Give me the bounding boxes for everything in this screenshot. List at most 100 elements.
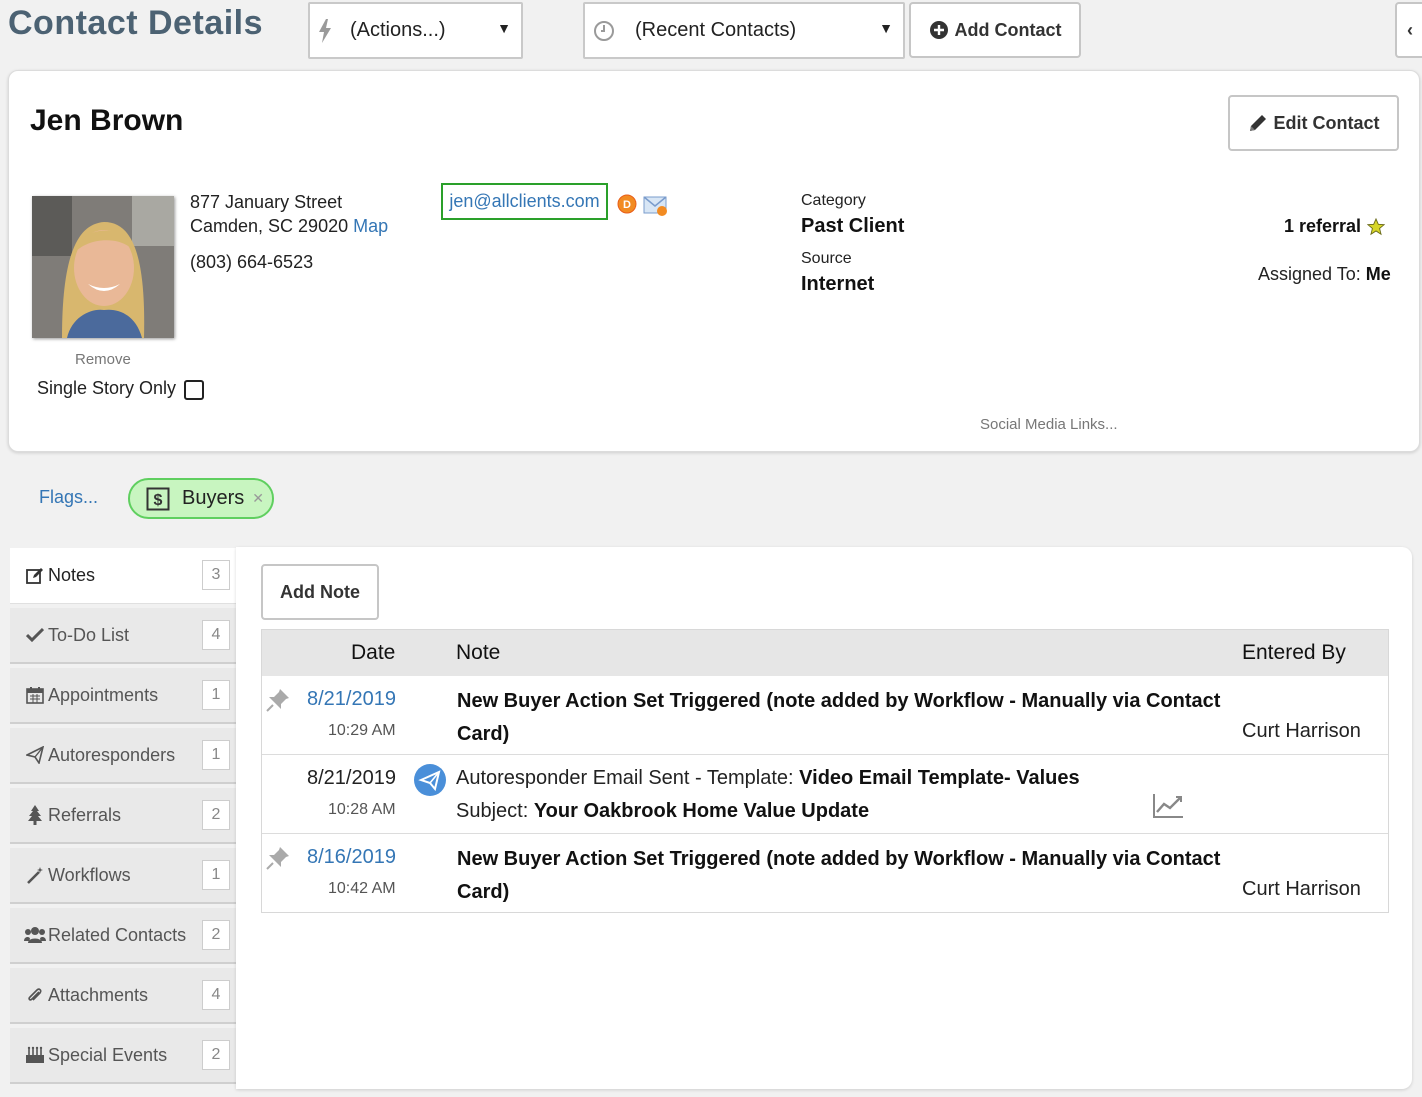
note-time: 10:42 AM	[328, 880, 396, 897]
edit-contact-button[interactable]: Edit Contact	[1228, 95, 1399, 151]
tab-referrals[interactable]: Referrals 2	[10, 788, 236, 844]
add-note-button[interactable]: Add Note	[261, 564, 379, 620]
pin-icon[interactable]	[266, 688, 290, 717]
tab-label: Workflows	[48, 864, 131, 885]
tab-appointments[interactable]: Appointments 1	[10, 668, 236, 724]
tab-special-events[interactable]: Special Events 2	[10, 1028, 236, 1084]
page-title: Contact Details	[8, 4, 263, 42]
paper-plane-icon	[413, 763, 447, 802]
map-link[interactable]: Map	[353, 216, 388, 236]
notes-table: Date Note Entered By 8/21/2019 10:29 AM …	[261, 629, 1389, 913]
back-button[interactable]: ‹	[1395, 2, 1422, 58]
buyers-tag-label: Buyers	[182, 487, 245, 509]
tab-count-badge: 1	[202, 860, 230, 890]
plus-circle-icon	[929, 20, 949, 40]
single-story-checkbox[interactable]	[184, 380, 204, 400]
social-media-links[interactable]: Social Media Links...	[980, 416, 1118, 433]
add-contact-button[interactable]: Add Contact	[909, 2, 1081, 58]
referral-count[interactable]: 1 referral	[1284, 216, 1386, 237]
note-time: 10:28 AM	[328, 801, 396, 818]
address-line1: 877 January Street	[190, 192, 343, 212]
single-story-label: Single Story Only	[37, 378, 177, 398]
tab-label: Notes	[48, 565, 96, 585]
calendar-icon	[24, 686, 46, 704]
subject-prefix: Subject:	[456, 800, 529, 822]
entered-by: Curt Harrison	[1242, 720, 1361, 742]
dollar-icon: $	[146, 487, 170, 511]
tab-label: Autoresponders	[48, 744, 176, 765]
note-text-line2: Card)	[457, 723, 510, 745]
autoresponder-subject-line: Subject: Your Oakbrook Home Value Update	[456, 800, 869, 823]
template-name: Video Email Template- Values	[799, 767, 1080, 789]
do-not-contact-icon[interactable]: D	[617, 194, 637, 219]
note-date-link[interactable]: 8/16/2019	[307, 846, 396, 869]
remove-tag-icon[interactable]: ✕	[252, 490, 264, 507]
tab-notes[interactable]: Notes 3	[10, 548, 236, 604]
tab-label: Related Contacts	[48, 924, 187, 945]
magic-wand-icon	[24, 866, 46, 884]
chevron-left-icon: ‹	[1407, 19, 1413, 40]
tab-count-badge: 2	[202, 1040, 230, 1070]
email-link[interactable]: jen@allclients.com	[441, 183, 608, 220]
actions-dropdown-label: (Actions...)	[350, 19, 446, 41]
tab-label: Referrals	[48, 804, 122, 825]
entered-by: Curt Harrison	[1242, 878, 1361, 900]
svg-text:D: D	[623, 199, 631, 211]
email-status-icon[interactable]	[643, 195, 669, 222]
column-header-entered-by[interactable]: Entered By	[1242, 641, 1346, 665]
contact-name: Jen Brown	[30, 104, 184, 137]
note-time: 10:29 AM	[328, 722, 396, 739]
tab-attachments[interactable]: Attachments 4	[10, 968, 236, 1024]
assigned-to-value: Me	[1365, 264, 1391, 284]
table-row: 8/16/2019 10:42 AM New Buyer Action Set …	[262, 834, 1388, 912]
line-chart-icon[interactable]	[1152, 793, 1184, 824]
add-contact-label: Add Contact	[954, 19, 1062, 40]
category-value: Past Client	[801, 215, 905, 237]
pin-icon[interactable]	[266, 846, 290, 875]
tab-label: Special Events	[48, 1044, 168, 1065]
remove-photo-link[interactable]: Remove	[75, 351, 131, 368]
pencil-icon	[1248, 113, 1268, 133]
flags-link[interactable]: Flags...	[39, 487, 98, 508]
note-text-line2: Card)	[457, 881, 510, 903]
lightning-icon	[318, 18, 340, 43]
tab-related-contacts[interactable]: Related Contacts 2	[10, 908, 236, 964]
tab-label: To-Do List	[48, 624, 130, 645]
tab-count-badge: 2	[202, 800, 230, 830]
tab-todo-list[interactable]: To-Do List 4	[10, 608, 236, 664]
paper-plane-icon	[24, 746, 46, 764]
actions-dropdown[interactable]: (Actions...) ▼	[308, 2, 523, 59]
tab-count-badge: 3	[202, 560, 230, 590]
column-header-note[interactable]: Note	[456, 641, 500, 665]
tab-count-badge: 1	[202, 680, 230, 710]
tab-label: Appointments	[48, 684, 159, 705]
contact-photo[interactable]	[32, 196, 174, 338]
address-city-state: Camden, SC 29020	[190, 216, 349, 236]
column-header-date[interactable]: Date	[351, 641, 395, 665]
tab-count-badge: 2	[202, 920, 230, 950]
tab-autoresponders[interactable]: Autoresponders 1	[10, 728, 236, 784]
phone-number[interactable]: (803) 664-6523	[190, 252, 313, 273]
category-label: Category	[801, 192, 866, 209]
edit-contact-label: Edit Contact	[1273, 112, 1380, 133]
clock-icon	[593, 20, 617, 42]
check-icon	[24, 627, 46, 643]
note-date: 8/21/2019	[307, 767, 396, 789]
edit-icon	[24, 567, 46, 585]
buyers-tag[interactable]: $ Buyers ✕	[128, 478, 274, 519]
caret-down-icon: ▼	[879, 20, 893, 36]
star-icon	[1367, 217, 1386, 236]
recent-contacts-label: (Recent Contacts)	[635, 19, 797, 41]
source-value: Internet	[801, 273, 875, 295]
tree-icon	[24, 805, 46, 825]
assigned-to-label: Assigned To:	[1258, 264, 1361, 284]
assigned-to: Assigned To: Me	[1258, 264, 1391, 285]
note-text-line1: New Buyer Action Set Triggered (note add…	[457, 690, 1221, 712]
tab-workflows[interactable]: Workflows 1	[10, 848, 236, 904]
note-date-link[interactable]: 8/21/2019	[307, 688, 396, 711]
recent-contacts-dropdown[interactable]: (Recent Contacts) ▼	[583, 2, 905, 59]
paperclip-icon	[24, 986, 46, 1004]
table-row: 8/21/2019 10:28 AM Autoresponder Email S…	[262, 755, 1388, 833]
referral-count-label: 1 referral	[1284, 216, 1362, 236]
address-line2: Camden, SC 29020 Map	[190, 216, 388, 237]
